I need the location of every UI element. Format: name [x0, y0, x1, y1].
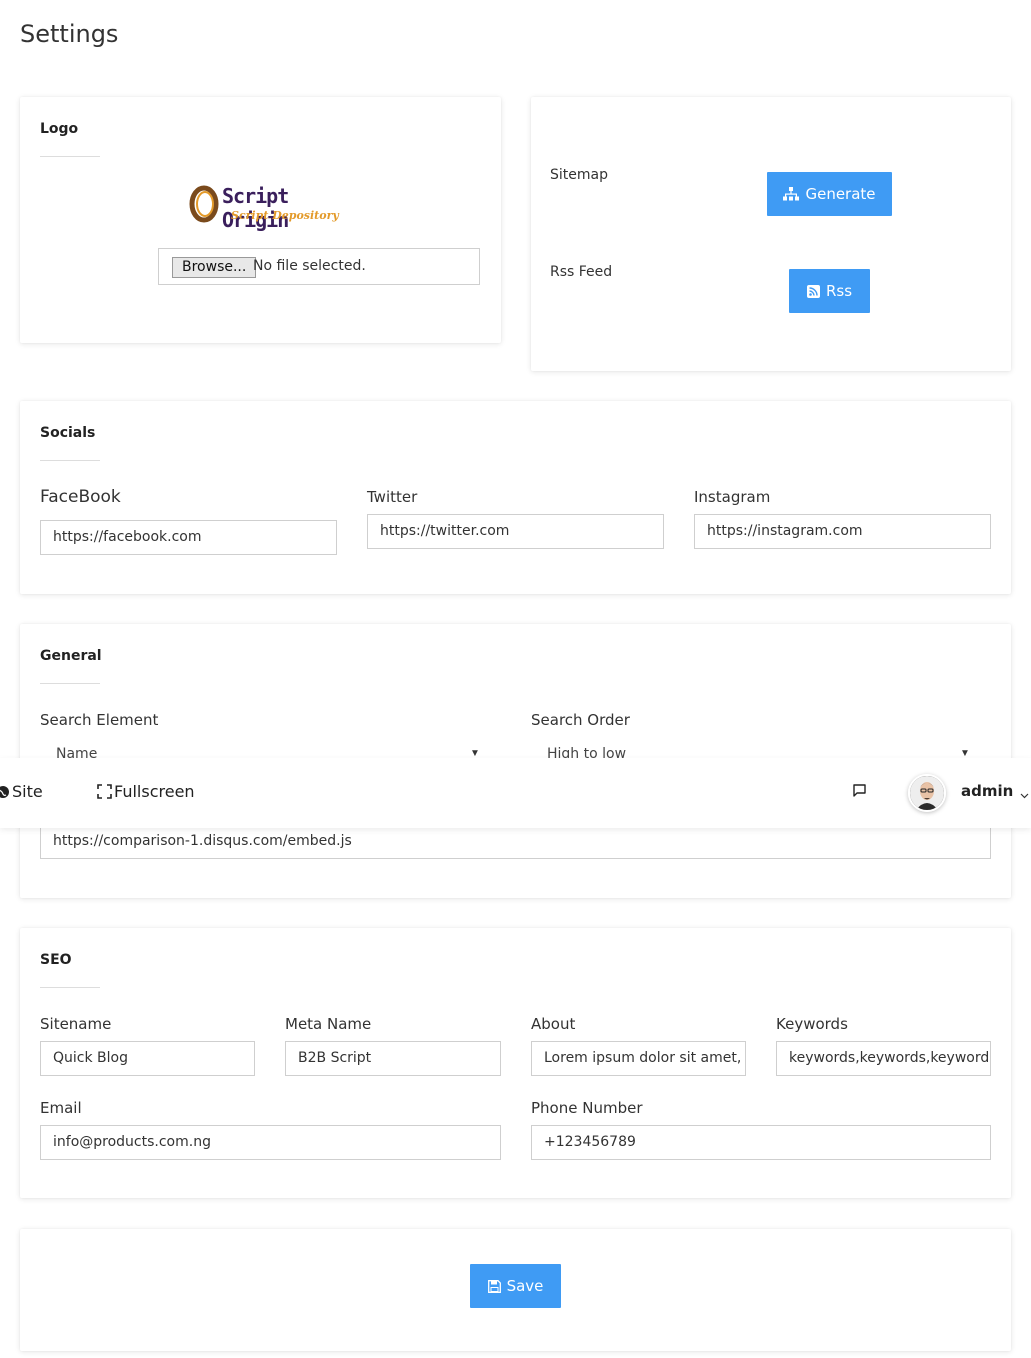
logo-card-title: Logo: [40, 121, 79, 137]
metaname-input[interactable]: B2B Script: [285, 1041, 501, 1076]
logo-ring-icon: [189, 185, 219, 223]
chevron-down-icon[interactable]: [1020, 785, 1029, 804]
sitemap-label: Sitemap: [550, 167, 608, 183]
sitename-input[interactable]: Quick Blog: [40, 1041, 255, 1076]
chat-icon[interactable]: [852, 783, 867, 802]
divider: [40, 156, 100, 157]
instagram-label: Instagram: [694, 488, 771, 506]
fullscreen-icon: [97, 784, 112, 799]
fullscreen-label: Fullscreen: [114, 782, 195, 801]
twitter-label: Twitter: [367, 488, 418, 506]
sitename-label: Sitename: [40, 1015, 112, 1033]
rss-feed-label: Rss Feed: [550, 264, 613, 280]
instagram-input[interactable]: https://instagram.com: [694, 514, 991, 549]
avatar[interactable]: [908, 774, 946, 812]
floppy-icon: [487, 1279, 501, 1293]
page-title: Settings: [20, 20, 119, 48]
disqus-url-input[interactable]: https://comparison-1.disqus.com/embed.js: [40, 824, 991, 859]
globe-icon: [0, 785, 9, 798]
divider: [40, 987, 100, 988]
seo-title: SEO: [40, 952, 72, 968]
save-label: Save: [506, 1277, 544, 1295]
facebook-label: FaceBook: [40, 487, 121, 507]
general-title: General: [40, 648, 102, 664]
generate-sitemap-button[interactable]: Generate: [767, 172, 892, 216]
rss-label: Rss: [825, 282, 853, 300]
site-logo: Script Origin Script Depository: [189, 182, 339, 232]
divider: [40, 460, 100, 461]
user-avatar-icon: [910, 776, 944, 810]
metaname-label: Meta Name: [285, 1015, 372, 1033]
site-label: Site: [12, 782, 43, 801]
phone-label: Phone Number: [531, 1099, 643, 1117]
email-input[interactable]: info@products.com.ng: [40, 1125, 501, 1160]
about-label: About: [531, 1015, 576, 1033]
file-status: No file selected.: [253, 258, 366, 274]
logo-subtext: Script Depository: [231, 209, 339, 222]
socials-title: Socials: [40, 425, 96, 441]
socials-card: Socials: [20, 401, 1011, 594]
user-name[interactable]: admin: [961, 782, 1013, 800]
about-input[interactable]: Lorem ipsum dolor sit amet, c: [531, 1041, 746, 1076]
keywords-label: Keywords: [776, 1015, 848, 1033]
email-label: Email: [40, 1099, 82, 1117]
search-element-label: Search Element: [40, 711, 159, 729]
phone-input[interactable]: +123456789: [531, 1125, 991, 1160]
fullscreen-button[interactable]: Fullscreen: [97, 782, 195, 801]
tools-card: [531, 97, 1011, 371]
browse-button[interactable]: Browse...: [172, 257, 257, 278]
save-button[interactable]: Save: [470, 1264, 561, 1308]
generate-label: Generate: [805, 185, 876, 203]
divider: [40, 683, 100, 684]
facebook-input[interactable]: https://facebook.com: [40, 520, 337, 555]
rss-button[interactable]: Rss: [789, 269, 870, 313]
keywords-input[interactable]: keywords,keywords,keywords: [776, 1041, 991, 1076]
sitemap-icon: [783, 187, 800, 201]
site-link[interactable]: Site: [0, 782, 43, 801]
rss-icon: [806, 284, 820, 298]
search-order-label: Search Order: [531, 711, 630, 729]
top-navbar: Site Fullscreen admin: [0, 758, 1031, 828]
twitter-input[interactable]: https://twitter.com: [367, 514, 664, 549]
logo-text: Script Origin: [222, 184, 289, 232]
logo-file-input[interactable]: Browse... No file selected.: [158, 248, 480, 285]
